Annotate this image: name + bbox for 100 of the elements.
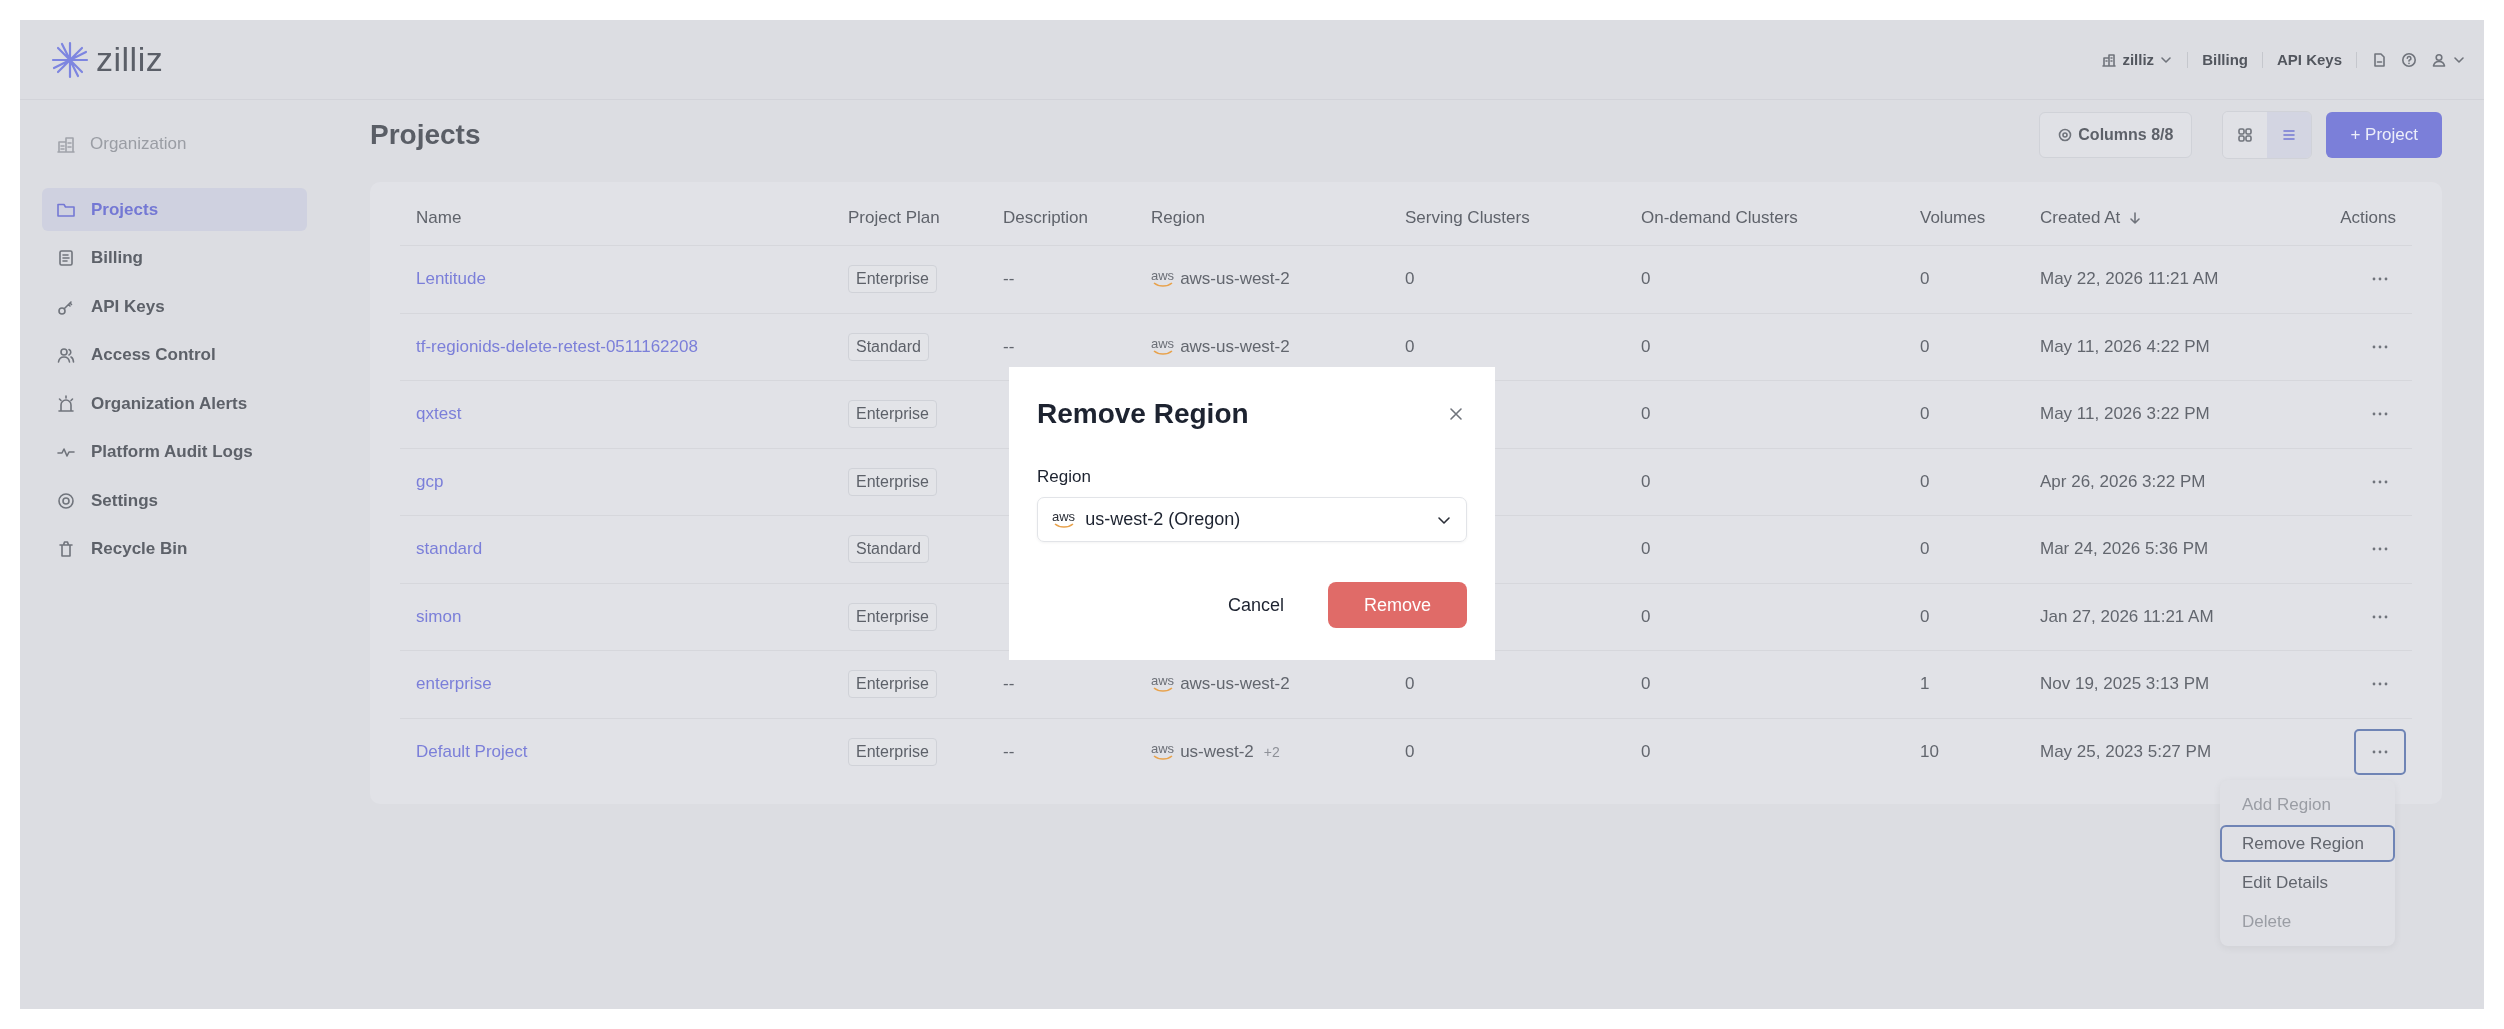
list-icon bbox=[2281, 127, 2298, 143]
plan-tag: Enterprise bbox=[848, 265, 937, 294]
sidebar-item[interactable]: Settings bbox=[42, 479, 307, 522]
table-cell: May 11, 2026 3:22 PM bbox=[2040, 404, 2210, 425]
list-view-toggle[interactable] bbox=[2267, 112, 2312, 158]
column-header: Serving Clusters bbox=[1405, 207, 1530, 228]
table-cell: 0 bbox=[1405, 742, 1415, 763]
table-cell: 0 bbox=[1641, 674, 1651, 695]
table-cell: -- bbox=[1003, 674, 1015, 695]
alarm-icon bbox=[56, 393, 76, 414]
settings-icon bbox=[56, 490, 76, 511]
sidebar-item[interactable]: Organization Alerts bbox=[42, 382, 307, 425]
project-link[interactable]: standard bbox=[416, 539, 483, 560]
document-icon[interactable] bbox=[2371, 51, 2387, 68]
user-icon bbox=[2431, 51, 2447, 68]
project-link[interactable]: gcp bbox=[416, 471, 444, 492]
close-icon bbox=[1449, 407, 1463, 421]
table-cell: 0 bbox=[1405, 674, 1415, 695]
more-icon bbox=[2371, 411, 2389, 418]
remove-button[interactable]: Remove bbox=[1327, 582, 1467, 628]
table-cell: 0 bbox=[1641, 742, 1651, 763]
region-count: +2 bbox=[1263, 744, 1280, 761]
sidebar-item[interactable]: API Keys bbox=[42, 285, 307, 328]
table-cell: 0 bbox=[1641, 404, 1651, 425]
logo-text: zilliz bbox=[96, 40, 164, 79]
add-project-button[interactable]: + Project bbox=[2326, 112, 2442, 158]
sidebar-item[interactable]: Access Control bbox=[42, 333, 307, 377]
provider-logo: aws bbox=[1151, 743, 1175, 762]
provider-logo: aws bbox=[1052, 510, 1076, 529]
menu-item[interactable]: Remove Region bbox=[2220, 825, 2395, 862]
columns-button[interactable]: Columns 8/8 bbox=[2039, 112, 2193, 158]
more-icon bbox=[2371, 343, 2389, 350]
project-link[interactable]: qxtest bbox=[416, 404, 462, 425]
sidebar-item[interactable]: Billing bbox=[42, 236, 307, 280]
table-cell: 0 bbox=[1641, 539, 1651, 560]
header-link[interactable]: Billing bbox=[2202, 51, 2248, 68]
sidebar-item[interactable]: Platform Audit Logs bbox=[42, 430, 307, 474]
region-select[interactable]: aws us-west-2 (Oregon) bbox=[1037, 497, 1467, 542]
star-logo-icon bbox=[50, 39, 90, 80]
user-menu[interactable] bbox=[2431, 51, 2466, 68]
column-header: Region bbox=[1151, 207, 1205, 228]
table-cell: 0 bbox=[1641, 471, 1651, 492]
field-label: Region bbox=[1037, 467, 1091, 487]
grid-icon bbox=[2237, 127, 2254, 143]
more-button[interactable] bbox=[2354, 729, 2406, 776]
column-header: Created At bbox=[2040, 207, 2121, 228]
more-icon bbox=[2371, 681, 2389, 688]
project-link[interactable]: Lentitude bbox=[416, 269, 486, 290]
more-icon bbox=[2371, 546, 2389, 553]
table-cell: 0 bbox=[1405, 336, 1415, 357]
table-cell: 10 bbox=[1920, 742, 1939, 763]
table-cell: aws-us-west-2 bbox=[1180, 336, 1290, 357]
table-cell: Apr 26, 2026 3:22 PM bbox=[2040, 471, 2206, 492]
project-link[interactable]: Default Project bbox=[416, 742, 528, 763]
table-cell: us-west-2 bbox=[1180, 742, 1254, 763]
table-cell: 0 bbox=[1920, 404, 1930, 425]
column-header: Project Plan bbox=[848, 207, 940, 228]
grid-view-toggle[interactable] bbox=[2223, 112, 2268, 158]
column-header: Volumes bbox=[1920, 207, 1986, 228]
building-icon bbox=[56, 134, 76, 154]
table-cell: 0 bbox=[1920, 606, 1930, 627]
table-cell: Jan 27, 2026 11:21 AM bbox=[2040, 606, 2214, 627]
column-header: Actions bbox=[2340, 207, 2396, 228]
plan-tag: Standard bbox=[848, 332, 929, 361]
table-cell: -- bbox=[1003, 336, 1015, 357]
provider-logo: aws bbox=[1151, 270, 1175, 289]
table-cell: -- bbox=[1003, 269, 1015, 290]
table-cell: May 25, 2023 5:27 PM bbox=[2040, 742, 2212, 763]
table-cell: 0 bbox=[1920, 539, 1930, 560]
sidebar-item[interactable]: Projects bbox=[42, 188, 307, 231]
project-link[interactable]: simon bbox=[416, 606, 462, 627]
trash-icon bbox=[56, 539, 76, 559]
menu-item[interactable]: Edit Details bbox=[2220, 864, 2395, 901]
table-cell: Nov 19, 2025 3:13 PM bbox=[2040, 674, 2210, 695]
project-link[interactable]: enterprise bbox=[416, 674, 492, 695]
plan-tag: Enterprise bbox=[848, 467, 937, 496]
users-icon bbox=[56, 345, 76, 365]
table-cell: 1 bbox=[1920, 674, 1930, 695]
org-switcher[interactable]: zilliz bbox=[2101, 51, 2174, 68]
header-link[interactable]: API Keys bbox=[2276, 51, 2342, 68]
project-link[interactable]: tf-regionids-delete-retest-0511162208 bbox=[416, 336, 698, 357]
more-icon bbox=[2371, 613, 2389, 620]
table-cell: 0 bbox=[1405, 269, 1415, 290]
building-icon bbox=[2101, 51, 2118, 68]
table-cell: 0 bbox=[1920, 471, 1930, 492]
plan-tag: Enterprise bbox=[848, 738, 937, 767]
table-cell: 0 bbox=[1641, 269, 1651, 290]
sidebar-heading: Organization bbox=[90, 134, 187, 154]
plan-tag: Enterprise bbox=[848, 602, 937, 631]
column-header: Description bbox=[1003, 207, 1089, 228]
more-icon bbox=[2371, 276, 2389, 283]
more-icon bbox=[2371, 478, 2389, 485]
column-header: Name bbox=[416, 207, 462, 228]
sidebar-item[interactable]: Recycle Bin bbox=[42, 527, 307, 571]
table-cell: aws-us-west-2 bbox=[1180, 674, 1290, 695]
plan-tag: Standard bbox=[848, 535, 929, 564]
plan-tag: Enterprise bbox=[848, 670, 937, 699]
help-icon[interactable] bbox=[2401, 51, 2417, 68]
table-cell: Mar 24, 2026 5:36 PM bbox=[2040, 539, 2209, 560]
table-cell: 0 bbox=[1920, 269, 1930, 290]
